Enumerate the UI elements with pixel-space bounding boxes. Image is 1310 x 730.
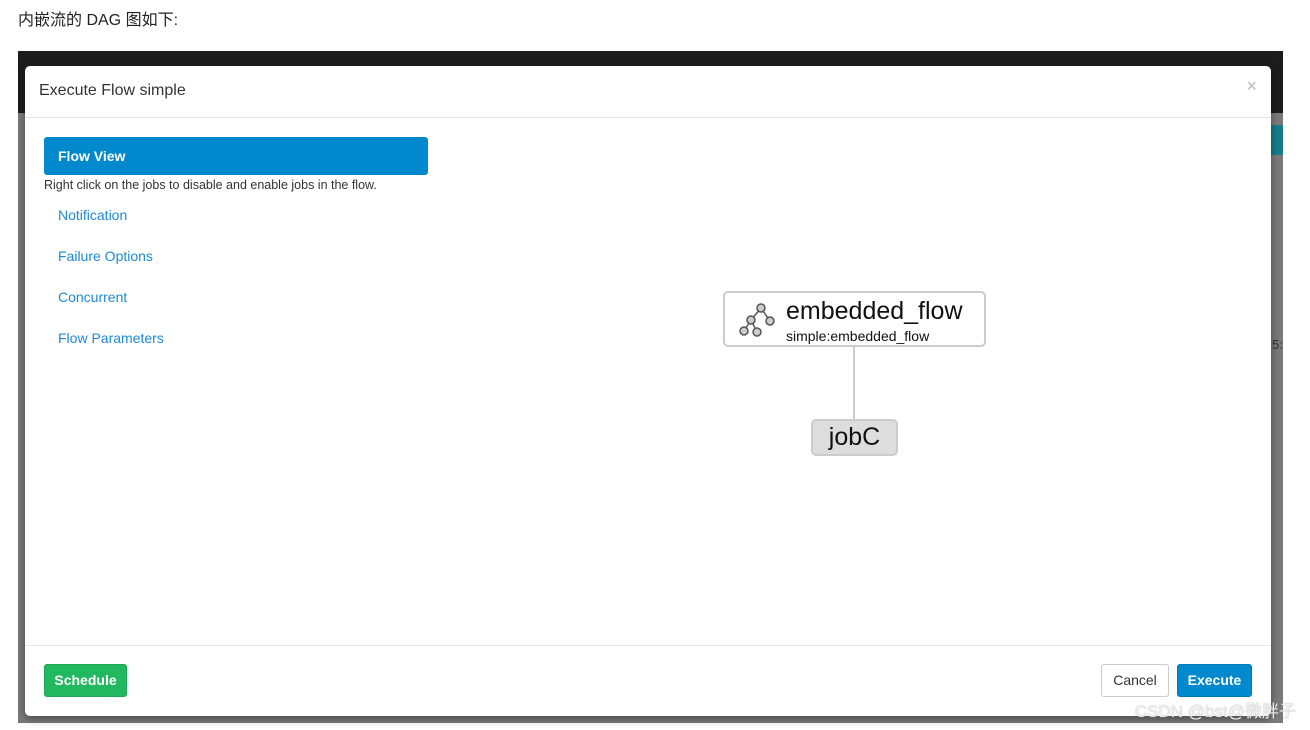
flow-node-name: embedded_flow [786, 297, 963, 325]
watermark: CSDN @bst@微胖子 [1134, 702, 1296, 721]
article-caption: 内嵌流的 DAG 图如下: [18, 12, 179, 29]
modal-footer: Schedule Cancel Execute [25, 645, 1271, 716]
graph-edge [853, 347, 855, 419]
flow-node-embedded-flow[interactable]: embedded_flow simple:embedded_flow [723, 291, 986, 347]
background-button [1269, 125, 1283, 155]
execute-button[interactable]: Execute [1177, 664, 1252, 697]
flow-node-subtitle: simple:embedded_flow [786, 328, 930, 344]
flow-tree-icon [739, 303, 775, 337]
execute-flow-modal: Execute Flow simple × Flow View Right cl… [25, 66, 1271, 716]
background-text: 5: [1272, 337, 1283, 352]
job-node-jobc[interactable]: jobC [811, 419, 898, 456]
schedule-button[interactable]: Schedule [44, 664, 127, 697]
flow-graph: embedded_flow simple:embedded_flow jobC [25, 66, 1271, 716]
cancel-button[interactable]: Cancel [1101, 664, 1169, 697]
